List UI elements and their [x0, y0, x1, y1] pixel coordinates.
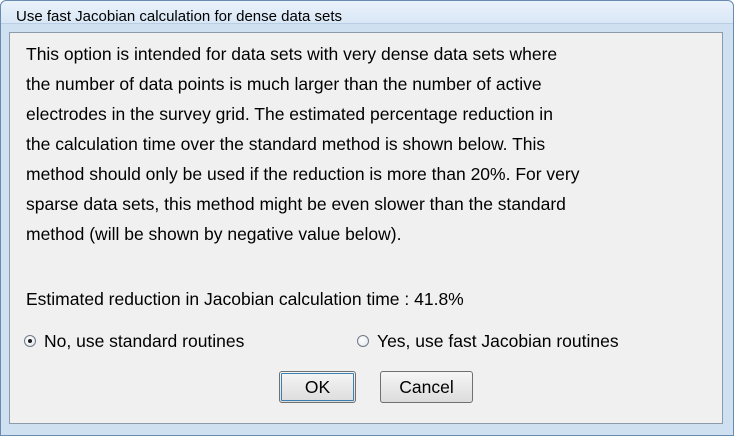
radio-button-icon[interactable] — [24, 335, 36, 347]
description-text: This option is intended for data sets wi… — [26, 39, 716, 249]
cancel-button[interactable]: Cancel — [380, 371, 473, 403]
ok-button[interactable]: OK — [279, 371, 356, 403]
radio-label: Yes, use fast Jacobian routines — [377, 330, 619, 351]
radio-label: No, use standard routines — [44, 330, 245, 351]
radio-standard-routines[interactable]: No, use standard routines — [24, 330, 244, 352]
radio-button-icon[interactable] — [357, 335, 369, 347]
description-line: the calculation time over the standard m… — [26, 134, 546, 154]
window-title: Use fast Jacobian calculation for dense … — [16, 8, 343, 25]
title-bar[interactable]: Use fast Jacobian calculation for dense … — [1, 1, 733, 25]
description-line: the number of data points is much larger… — [26, 74, 542, 94]
radio-fast-jacobian-routines[interactable]: Yes, use fast Jacobian routines — [357, 330, 619, 352]
description-line: sparse data sets, this method might be e… — [26, 194, 566, 214]
description-line: electrodes in the survey grid. The estim… — [26, 104, 553, 124]
estimated-reduction-text: Estimated reduction in Jacobian calculat… — [26, 289, 464, 309]
description-line: This option is intended for data sets wi… — [26, 44, 558, 64]
description-line: method should only be used if the reduct… — [26, 164, 580, 184]
description-line: method (will be shown by negative value … — [26, 224, 402, 244]
